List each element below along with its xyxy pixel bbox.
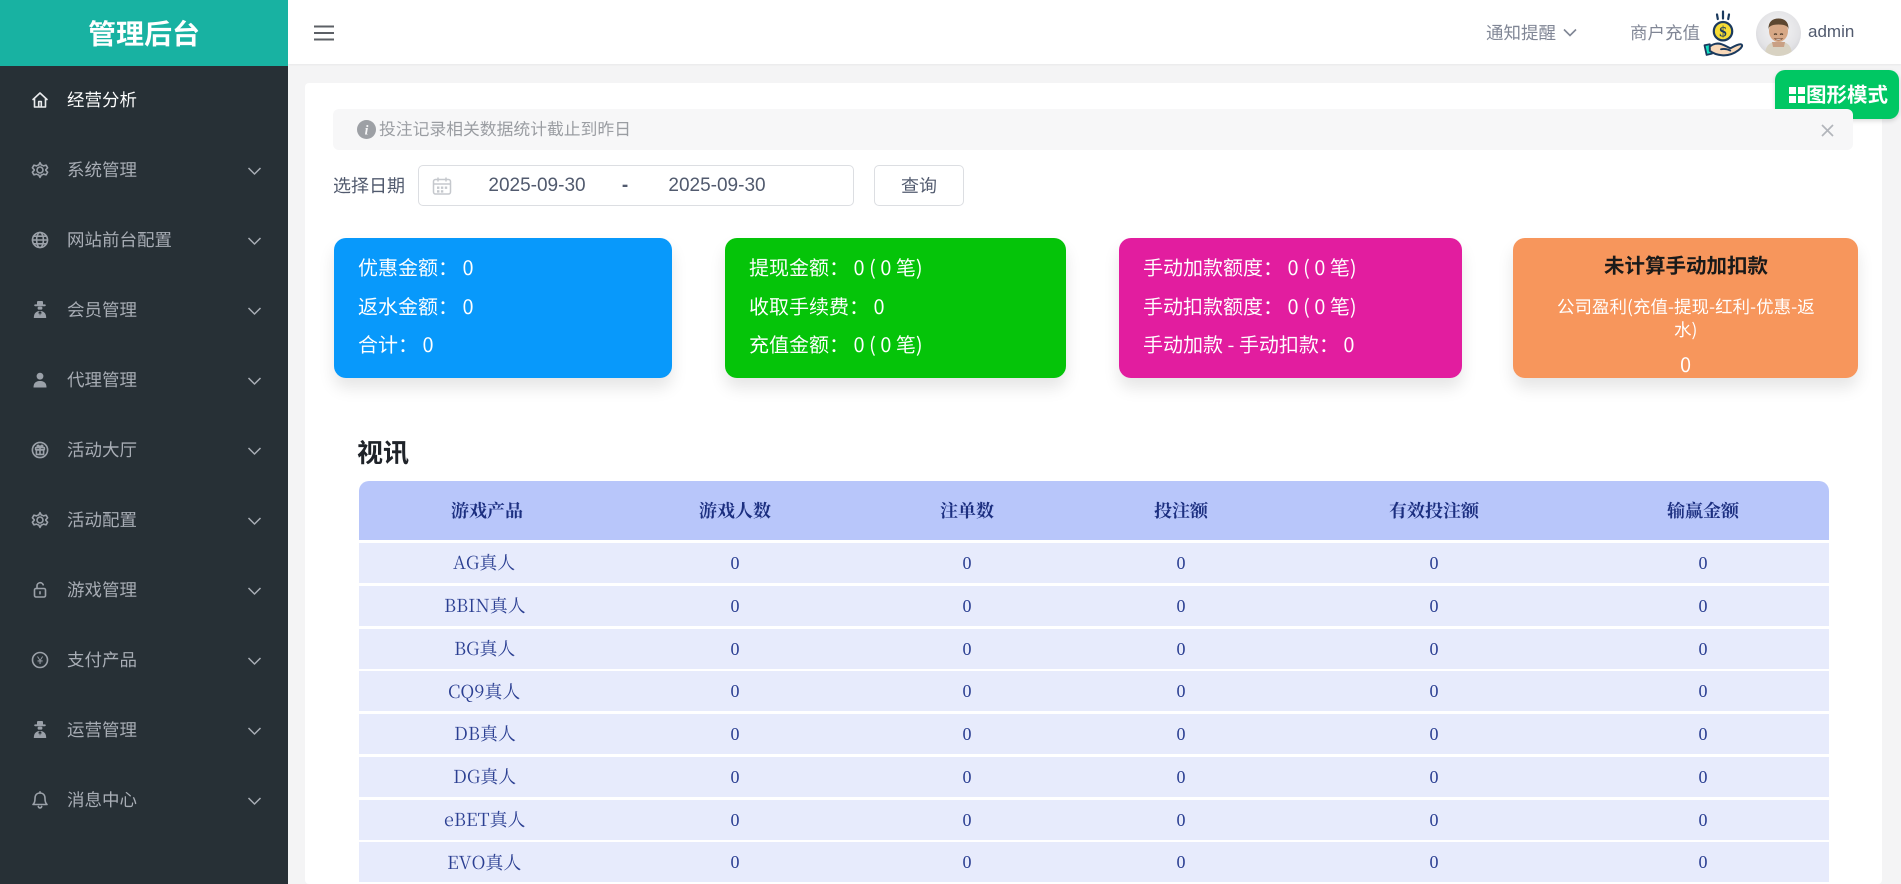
svg-text:$: $ <box>1719 25 1727 41</box>
svg-text:i: i <box>365 122 369 137</box>
svg-text:¥: ¥ <box>36 655 44 667</box>
